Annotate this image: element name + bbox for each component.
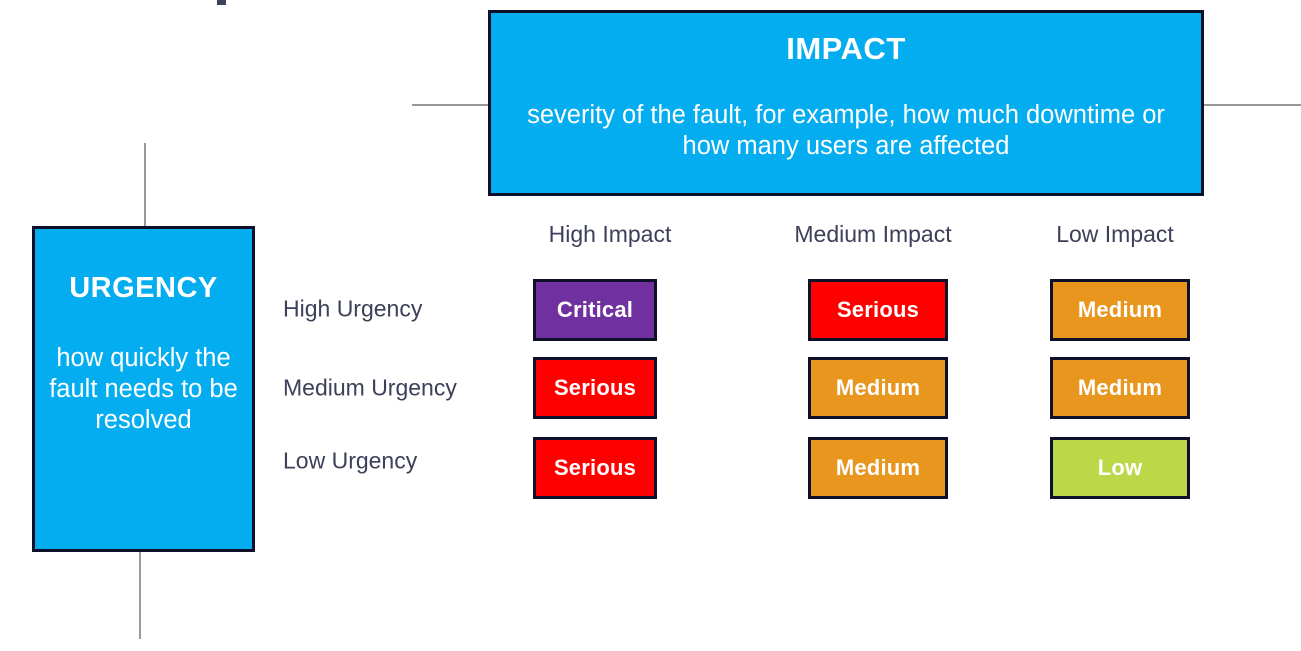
matrix-cell-high-urgency-low-impact[interactable]: Medium: [1050, 279, 1190, 341]
matrix-cell-low-urgency-low-impact[interactable]: Low: [1050, 437, 1190, 499]
matrix-cell-high-urgency-medium-impact[interactable]: Serious: [808, 279, 948, 341]
row-label-low-urgency: Low Urgency: [283, 447, 418, 474]
connector-urgency-bottom: [139, 551, 141, 639]
impact-description: severity of the fault, for example, how …: [527, 101, 1165, 161]
diagram-canvas: IMPACT severity of the fault, for exampl…: [0, 0, 1301, 651]
matrix-cell-high-urgency-high-impact[interactable]: Critical: [533, 279, 657, 341]
cropped-text-artifact: [217, 0, 226, 5]
column-header-high-impact: High Impact: [548, 221, 672, 247]
matrix-cell-medium-urgency-medium-impact[interactable]: Medium: [808, 357, 948, 419]
matrix-cell-medium-urgency-high-impact[interactable]: Serious: [533, 357, 657, 419]
column-header-low-impact: Low Impact: [1056, 221, 1174, 247]
urgency-definition-box: URGENCY how quickly the fault needs to b…: [32, 226, 255, 552]
row-label-high-urgency: High Urgency: [283, 295, 423, 322]
connector-urgency-top: [144, 143, 146, 227]
row-label-medium-urgency: Medium Urgency: [283, 374, 457, 401]
column-header-medium-impact: Medium Impact: [794, 221, 952, 247]
impact-title: IMPACT: [786, 31, 906, 66]
urgency-title: URGENCY: [69, 272, 218, 304]
connector-impact-right: [1203, 104, 1301, 106]
matrix-cell-low-urgency-medium-impact[interactable]: Medium: [808, 437, 948, 499]
matrix-cell-medium-urgency-low-impact[interactable]: Medium: [1050, 357, 1190, 419]
impact-definition-box: IMPACT severity of the fault, for exampl…: [488, 10, 1204, 196]
matrix-cell-low-urgency-high-impact[interactable]: Serious: [533, 437, 657, 499]
connector-impact-left: [412, 104, 490, 106]
urgency-description: how quickly the fault needs to be resolv…: [49, 343, 238, 435]
